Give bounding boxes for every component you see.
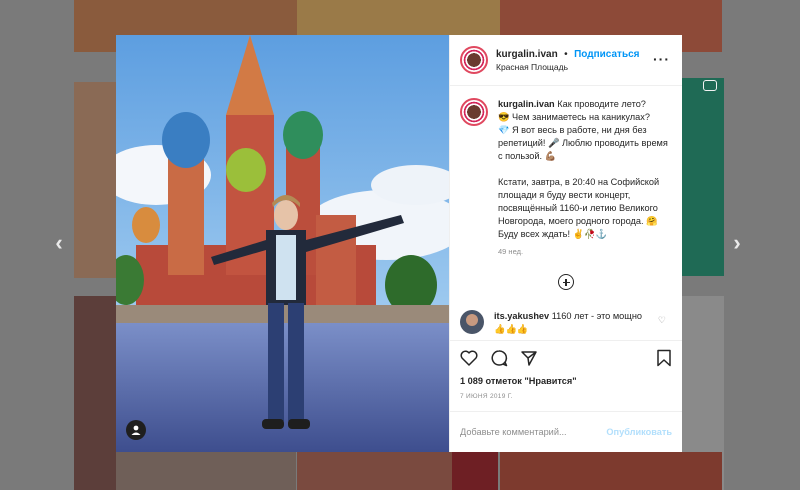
load-more-comments-icon[interactable] — [558, 274, 574, 290]
post-actions: 1 089 отметок "Нравится" 7 ИЮНЯ 2019 Г. — [450, 340, 682, 411]
post-age: 49 нед. — [498, 247, 524, 256]
grid-thumbnail[interactable] — [500, 452, 722, 490]
chevron-left-icon[interactable]: ‹ — [50, 232, 68, 254]
comment-like-icon[interactable]: ♡ — [658, 315, 666, 326]
grid-thumbnail[interactable] — [297, 452, 452, 490]
user-tag-icon[interactable] — [126, 420, 146, 440]
post-username[interactable]: kurgalin.ivan — [496, 49, 558, 60]
post-date: 7 ИЮНЯ 2019 Г. — [460, 393, 513, 400]
publish-button[interactable]: Опубликовать — [606, 427, 672, 437]
bookmark-icon[interactable] — [656, 349, 672, 372]
post-header: kurgalin.ivan • Подписаться Красная Площ… — [450, 35, 682, 86]
grid-thumbnail[interactable] — [452, 452, 498, 490]
photo-illustration — [116, 35, 449, 452]
post-location[interactable]: Красная Площадь — [496, 61, 640, 74]
heart-icon[interactable] — [460, 350, 478, 371]
comment-icon[interactable] — [490, 349, 508, 372]
comments-section: kurgalin.ivan Как проводите лето? 😎 Чем … — [450, 86, 682, 340]
grid-thumbnail[interactable] — [74, 82, 116, 278]
follow-button[interactable]: Подписаться — [574, 49, 639, 60]
avatar[interactable] — [460, 310, 484, 334]
chevron-right-icon[interactable]: › — [728, 232, 746, 254]
caption-username[interactable]: kurgalin.ivan — [498, 99, 555, 109]
grid-thumbnail[interactable] — [682, 78, 724, 276]
video-icon — [703, 80, 717, 91]
separator-dot: • — [564, 49, 568, 60]
grid-thumbnail[interactable] — [74, 296, 116, 490]
avatar[interactable] — [460, 98, 488, 126]
post-photo — [116, 35, 449, 452]
comment-input[interactable]: Добавьте комментарий... — [460, 427, 606, 437]
share-icon[interactable] — [520, 349, 538, 372]
more-options-icon[interactable]: ··· — [653, 51, 670, 67]
add-comment-bar: Добавьте комментарий... Опубликовать — [450, 411, 682, 452]
caption-text: Как проводите лето? 😎 Чем занимаетесь на… — [498, 99, 668, 239]
comment-username[interactable]: its.yakushev — [494, 311, 549, 321]
grid-thumbnail[interactable] — [116, 452, 296, 490]
comment-item: its.yakushev 1160 лет - это мощно👍👍👍 ♡ — [460, 310, 672, 336]
post-sidebar: kurgalin.ivan • Подписаться Красная Площ… — [449, 35, 682, 452]
caption: kurgalin.ivan Как проводите лето? 😎 Чем … — [460, 98, 672, 241]
post-modal: kurgalin.ivan • Подписаться Красная Площ… — [116, 35, 682, 452]
avatar[interactable] — [460, 46, 488, 74]
likes-count[interactable]: 1 089 отметок "Нравится" — [460, 376, 672, 386]
